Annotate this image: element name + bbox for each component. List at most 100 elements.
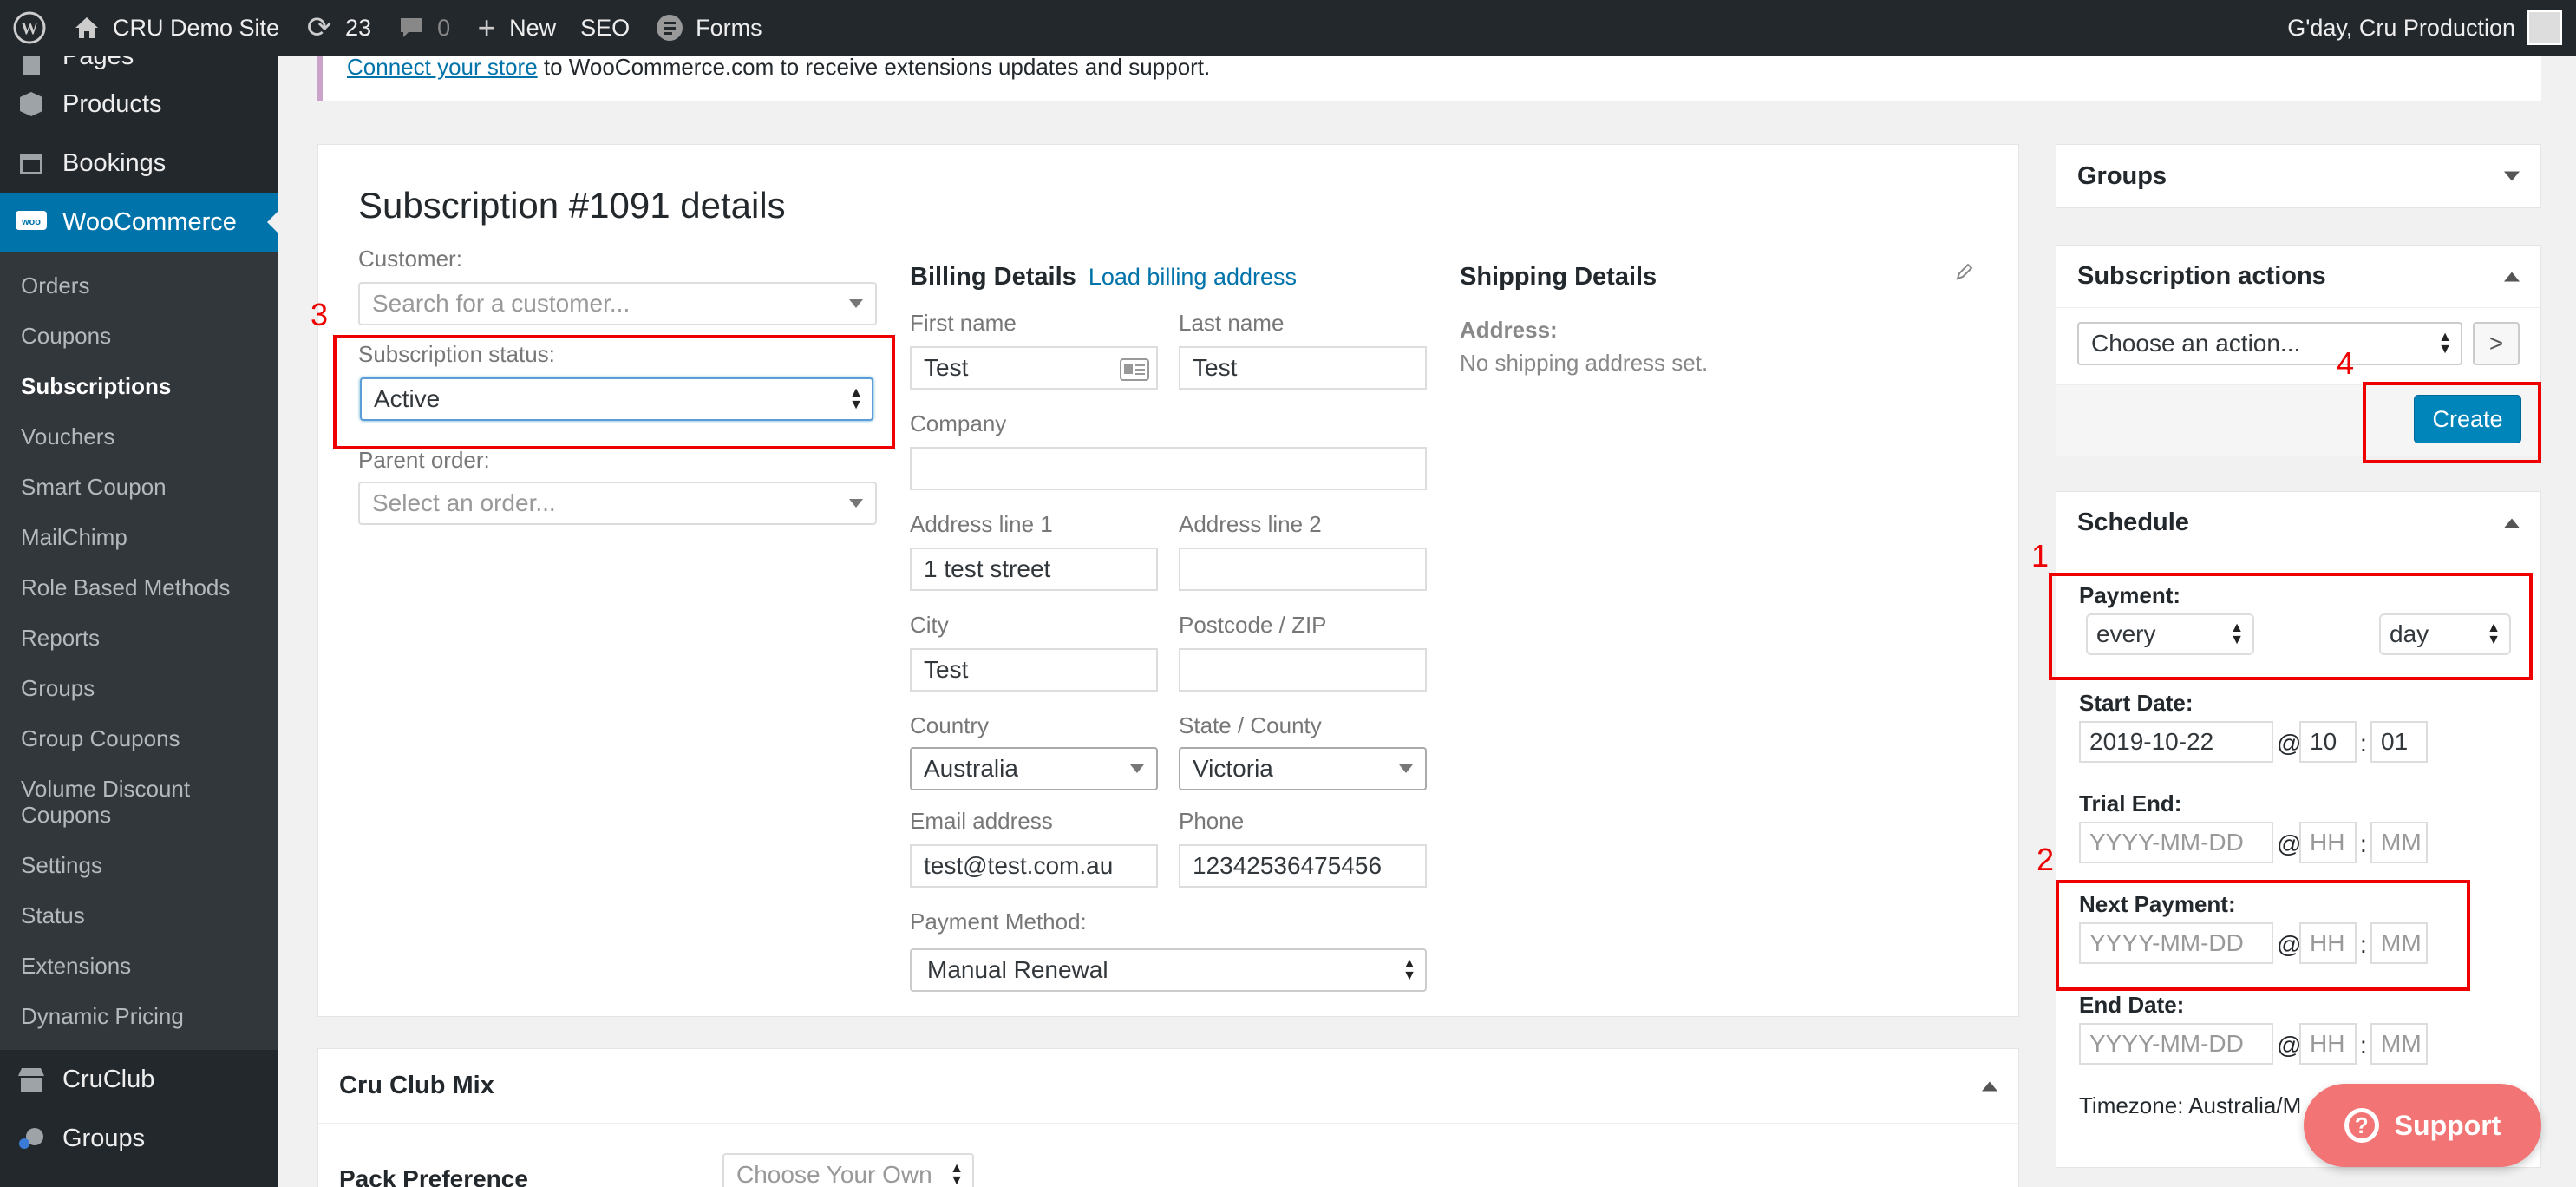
menu-bookings-label: Bookings	[62, 148, 167, 177]
trial-end-date-input[interactable]: YYYY-MM-DD	[2079, 822, 2273, 863]
menu-pages[interactable]: Pages	[0, 56, 278, 75]
menu-groups[interactable]: Groups	[0, 1109, 278, 1168]
country-select[interactable]: Australia	[910, 747, 1158, 790]
submenu-reports[interactable]: Reports	[0, 613, 278, 663]
trial-end-hour-input[interactable]: HH	[2299, 822, 2357, 863]
first-name-input[interactable]: Test	[910, 346, 1158, 390]
annotation-number-2: 2	[2037, 842, 2055, 877]
customer-label: Customer:	[358, 246, 462, 272]
start-hour-value: 10	[2310, 728, 2337, 755]
groups-title: Groups	[2077, 161, 2167, 190]
cruclub-mix-header[interactable]: Cru Club Mix	[318, 1049, 2018, 1124]
submenu-settings[interactable]: Settings	[0, 840, 278, 890]
chevron-down-icon	[849, 499, 863, 508]
annotation-box-payment	[2049, 573, 2533, 680]
apply-action-button[interactable]: >	[2473, 322, 2520, 365]
submenu-mailchimp[interactable]: MailChimp	[0, 512, 278, 562]
submenu-extensions[interactable]: Extensions	[0, 941, 278, 991]
start-date-input[interactable]: 2019-10-22	[2079, 721, 2273, 763]
submenu-role-based-methods[interactable]: Role Based Methods	[0, 562, 278, 613]
address2-input[interactable]	[1179, 548, 1427, 591]
submenu-orders[interactable]: Orders	[0, 260, 278, 311]
submenu-vouchers[interactable]: Vouchers	[0, 411, 278, 462]
updates-link[interactable]: ⟳ 23	[291, 0, 383, 56]
start-date-value: 2019-10-22	[2089, 728, 2214, 755]
wordpress-logo[interactable]: W	[0, 0, 59, 56]
site-name-link[interactable]: CRU Demo Site	[59, 0, 291, 56]
action-select[interactable]: Choose an action... ▲ ▼	[2077, 322, 2462, 365]
end-minute-input[interactable]: MM	[2370, 1023, 2428, 1065]
colon-separator: :	[2360, 830, 2367, 857]
phone-input[interactable]: 12342536475456	[1179, 844, 1427, 888]
payment-method-select[interactable]: Manual Renewal ▲ ▼	[910, 948, 1427, 992]
my-account[interactable]: G'day, Cru Production	[2287, 0, 2562, 56]
payment-method-label: Payment Method:	[910, 908, 1087, 935]
new-content-link[interactable]: + New	[462, 0, 568, 56]
phone-value: 12342536475456	[1193, 852, 1383, 879]
colon-separator: :	[2360, 730, 2367, 757]
schedule-header[interactable]: Schedule	[2056, 492, 2540, 554]
submenu-dynamic-pricing[interactable]: Dynamic Pricing	[0, 991, 278, 1041]
trial-end-minute-placeholder: MM	[2381, 829, 2422, 856]
greeting: G'day, Cru Production	[2287, 14, 2515, 41]
last-name-input[interactable]: Test	[1179, 346, 1427, 390]
start-hour-input[interactable]: 10	[2299, 721, 2357, 763]
pencil-icon[interactable]	[1954, 261, 1975, 282]
subscription-actions-header[interactable]: Subscription actions	[2056, 246, 2540, 308]
menu-woocommerce[interactable]: woo WooCommerce	[0, 193, 278, 252]
menu-products[interactable]: Products	[0, 75, 278, 134]
forms-link[interactable]: Forms	[642, 0, 775, 56]
end-date-input[interactable]: YYYY-MM-DD	[2079, 1023, 2273, 1065]
submenu-status[interactable]: Status	[0, 890, 278, 941]
refresh-icon: ⟳	[306, 11, 332, 44]
expand-arrow-icon[interactable]	[2504, 171, 2520, 181]
trial-end-minute-input[interactable]: MM	[2370, 822, 2428, 863]
annotation-box-status	[333, 335, 895, 449]
avatar	[2527, 10, 2562, 45]
last-name-value: Test	[1193, 354, 1238, 381]
load-billing-link[interactable]: Load billing address	[1089, 264, 1297, 290]
annotation-number-4: 4	[2337, 345, 2355, 381]
menu-bookings[interactable]: Bookings	[0, 134, 278, 193]
wordpress-icon: W	[13, 11, 46, 44]
connect-store-link[interactable]: Connect your store	[347, 54, 538, 80]
seo-link[interactable]: SEO	[568, 0, 642, 56]
trial-end-date-placeholder: YYYY-MM-DD	[2089, 829, 2244, 856]
parent-order-select[interactable]: Select an order...	[358, 482, 877, 525]
pack-preference-select[interactable]: Choose Your Own ▲ ▼	[722, 1153, 974, 1187]
menu-cruclub[interactable]: CruClub	[0, 1050, 278, 1109]
last-name-label: Last name	[1179, 310, 1285, 336]
submenu-coupons[interactable]: Coupons	[0, 311, 278, 361]
email-input[interactable]: test@test.com.au	[910, 844, 1158, 888]
company-input[interactable]	[910, 447, 1427, 490]
start-minute-value: 01	[2381, 728, 2409, 755]
submenu-subscriptions[interactable]: Subscriptions	[0, 361, 278, 411]
city-input[interactable]: Test	[910, 648, 1158, 692]
billing-heading: Billing Details Load billing address	[910, 263, 1297, 292]
state-select[interactable]: Victoria	[1179, 747, 1427, 790]
at-sign: @	[2277, 730, 2302, 757]
svg-text:woo: woo	[21, 217, 41, 227]
comments-link[interactable]: 0	[383, 0, 462, 56]
customer-placeholder: Search for a customer...	[372, 290, 631, 317]
action-select-placeholder: Choose an action...	[2091, 330, 2301, 357]
collapse-arrow-icon[interactable]	[2504, 518, 2520, 528]
support-button[interactable]: ? Support	[2304, 1084, 2541, 1167]
start-minute-input[interactable]: 01	[2370, 721, 2428, 763]
end-hour-input[interactable]: HH	[2299, 1023, 2357, 1065]
collapse-arrow-icon[interactable]	[2504, 272, 2520, 281]
address1-input[interactable]: 1 test street	[910, 548, 1158, 591]
state-label: State / County	[1179, 712, 1322, 738]
groups-header[interactable]: Groups	[2056, 145, 2540, 207]
notice-text: to WooCommerce.com to receive extensions…	[537, 54, 1211, 80]
submenu-groups[interactable]: Groups	[0, 663, 278, 713]
submenu-volume-discount-coupons[interactable]: Volume Discount Coupons	[0, 764, 217, 840]
collapse-arrow-icon[interactable]	[1982, 1081, 1997, 1091]
svg-text:W: W	[21, 19, 38, 38]
submenu-group-coupons[interactable]: Group Coupons	[0, 713, 278, 764]
submenu-smart-coupon[interactable]: Smart Coupon	[0, 462, 278, 512]
customer-select[interactable]: Search for a customer...	[358, 282, 877, 325]
postcode-input[interactable]	[1179, 648, 1427, 692]
chevron-down-icon	[1399, 764, 1413, 773]
colon-separator: :	[2360, 1032, 2367, 1059]
